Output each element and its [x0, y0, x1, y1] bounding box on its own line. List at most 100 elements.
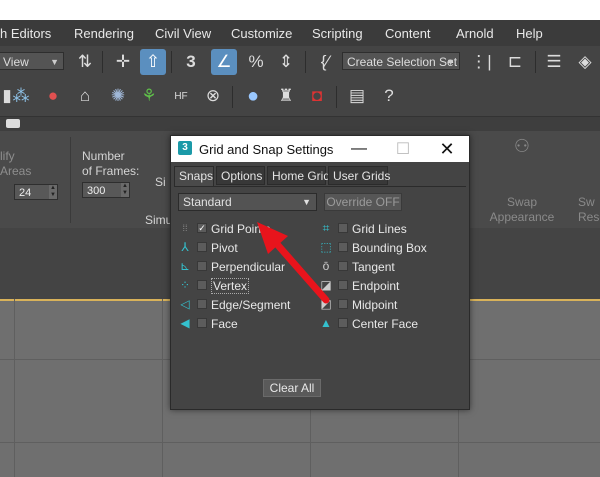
- perpendicular-label: Perpendicular: [211, 260, 286, 274]
- move-icon[interactable]: ✛: [110, 49, 136, 75]
- mirror-icon[interactable]: ⋮|: [468, 49, 494, 75]
- menu-civil-view[interactable]: Civil View: [155, 26, 211, 41]
- teapot-icon[interactable]: ♜: [273, 83, 299, 109]
- hair-fur-icon[interactable]: HF: [168, 83, 194, 109]
- align-icon[interactable]: ⊏: [502, 49, 528, 75]
- vertex-checkbox[interactable]: [197, 280, 207, 290]
- swap-appearance-line1: Swap: [506, 195, 538, 209]
- spinner-arrows-icon[interactable]: ▲ ▼: [49, 185, 57, 199]
- clipboard-icon[interactable]: ▤: [344, 83, 370, 109]
- snap-option-bounding-box[interactable]: ⬚ Bounding Box: [319, 239, 459, 257]
- swap-resolution-label[interactable]: Sw Resc: [578, 195, 600, 225]
- wireframe-object-icon[interactable]: ⌂: [72, 83, 98, 109]
- toolbar-divider: [232, 86, 233, 108]
- grid-lines-checkbox[interactable]: [338, 223, 348, 233]
- endpoint-checkbox[interactable]: [338, 280, 348, 290]
- snap-option-grid-lines[interactable]: ⌗ Grid Lines: [319, 220, 459, 238]
- tangent-checkbox[interactable]: [338, 261, 348, 271]
- menubar: h Editors Rendering Civil View Customize…: [0, 20, 600, 46]
- clear-all-button[interactable]: Clear All: [263, 379, 321, 397]
- snap-option-endpoint[interactable]: ◪ Endpoint: [319, 277, 459, 295]
- gear-cluster-icon[interactable]: ✺: [105, 83, 131, 109]
- select-place-icon[interactable]: ⇧: [140, 49, 166, 75]
- ribbon-toggle-button[interactable]: [6, 119, 20, 128]
- snap-option-tangent[interactable]: ō Tangent: [319, 258, 459, 276]
- snap-option-center-face[interactable]: ▲ Center Face: [319, 315, 459, 333]
- endpoint-label: Endpoint: [352, 279, 400, 293]
- maximize-button[interactable]: ☐: [381, 136, 425, 162]
- angle-snap-icon[interactable]: ∠: [211, 49, 237, 75]
- minimize-button[interactable]: —: [337, 136, 381, 162]
- cloth-icon[interactable]: ⊗: [200, 83, 226, 109]
- grid-line: [14, 299, 15, 477]
- spinner-arrows-icon[interactable]: ▲ ▼: [121, 183, 129, 197]
- menu-graph-editors[interactable]: h Editors: [0, 26, 51, 41]
- vertex-icon: ⁘: [179, 278, 191, 292]
- face-checkbox[interactable]: [197, 318, 207, 328]
- view-dropdown[interactable]: View ▼: [0, 52, 64, 70]
- areas-value: 24: [19, 187, 32, 199]
- layer-explorer-icon[interactable]: ◈: [572, 49, 598, 75]
- menu-customize[interactable]: Customize: [231, 26, 292, 41]
- particle-icon[interactable]: ⁂: [8, 83, 34, 109]
- toolbar-divider: [535, 51, 536, 73]
- frames-value: 300: [87, 185, 106, 197]
- snap-3d-icon[interactable]: 3: [178, 49, 204, 75]
- selection-set-dropdown[interactable]: Create Selection Set ▼: [342, 52, 460, 70]
- close-button[interactable]: ✕: [425, 136, 469, 162]
- sphere-icon[interactable]: ●: [240, 83, 266, 109]
- center-face-checkbox[interactable]: [338, 318, 348, 328]
- material-icon[interactable]: ◘: [304, 83, 330, 109]
- edge-segment-icon: ◁: [180, 297, 190, 311]
- swap-appearance-label[interactable]: Swap Appearance: [488, 195, 556, 225]
- scene-explorer-icon[interactable]: ☰: [541, 49, 567, 75]
- snap-preset-value: Standard: [183, 195, 232, 209]
- grass-icon[interactable]: ⚘: [136, 83, 162, 109]
- snap-option-vertex[interactable]: ⁘ Vertex: [178, 277, 318, 295]
- tab-home-grid[interactable]: Home Grid: [267, 166, 330, 185]
- edge-segment-checkbox[interactable]: [197, 299, 207, 309]
- spinner-snap-icon[interactable]: ⇕: [273, 49, 299, 75]
- toolbar-divider: [336, 86, 337, 108]
- edit-named-selection-icon[interactable]: {⁄: [312, 49, 338, 75]
- tab-options[interactable]: Options: [216, 166, 265, 185]
- tab-divider: [174, 186, 466, 187]
- snap-option-grid-points[interactable]: ⁞⁞ ✓ Grid Points: [178, 220, 318, 238]
- menu-scripting[interactable]: Scripting: [312, 26, 363, 41]
- midpoint-icon: ◩: [320, 297, 332, 311]
- capsule-icon[interactable]: ●: [40, 83, 66, 109]
- perpendicular-checkbox[interactable]: [197, 261, 207, 271]
- bounding-box-checkbox[interactable]: [338, 242, 348, 252]
- areas-spinner[interactable]: 24 ▲ ▼: [14, 184, 58, 200]
- menu-arnold[interactable]: Arnold: [456, 26, 494, 41]
- grid-points-checkbox[interactable]: ✓: [197, 223, 207, 233]
- snap-option-pivot[interactable]: ⅄ Pivot: [178, 239, 318, 257]
- chevron-down-icon: ▼: [50, 57, 59, 67]
- menu-help[interactable]: Help: [516, 26, 543, 41]
- menu-rendering[interactable]: Rendering: [74, 26, 134, 41]
- tab-snaps[interactable]: Snaps: [174, 166, 214, 186]
- pivot-icon: ⅄: [181, 240, 189, 254]
- grid-points-icon: ⁞⁞: [182, 223, 188, 233]
- pivot-checkbox[interactable]: [197, 242, 207, 252]
- modify-label-2: Areas: [0, 164, 32, 178]
- frames-label-2: of Frames:: [82, 164, 140, 178]
- override-off-button[interactable]: Override OFF: [324, 193, 402, 211]
- modify-label-1: lify: [0, 149, 15, 163]
- snap-preset-dropdown[interactable]: Standard ▼: [178, 193, 317, 211]
- midpoint-checkbox[interactable]: [338, 299, 348, 309]
- snap-option-perpendicular[interactable]: ⊾ Perpendicular: [178, 258, 318, 276]
- tab-user-grids[interactable]: User Grids: [328, 166, 390, 185]
- menu-content[interactable]: Content: [385, 26, 431, 41]
- snap-option-edge-segment[interactable]: ◁ Edge/Segment: [178, 296, 318, 314]
- dialog-titlebar[interactable]: 3 Grid and Snap Settings — ☐ ✕: [171, 136, 469, 162]
- percent-snap-icon[interactable]: %: [243, 49, 269, 75]
- bounding-box-label: Bounding Box: [352, 241, 427, 255]
- frames-spinner[interactable]: 300 ▲ ▼: [82, 182, 130, 198]
- select-and-link-icon[interactable]: ⇅: [72, 49, 98, 75]
- help-circle-icon[interactable]: ?: [376, 83, 402, 109]
- snap-option-midpoint[interactable]: ◩ Midpoint: [319, 296, 459, 314]
- grid-line: [162, 299, 163, 477]
- snap-option-face[interactable]: ◀ Face: [178, 315, 318, 333]
- chevron-down-icon: ▼: [446, 57, 455, 67]
